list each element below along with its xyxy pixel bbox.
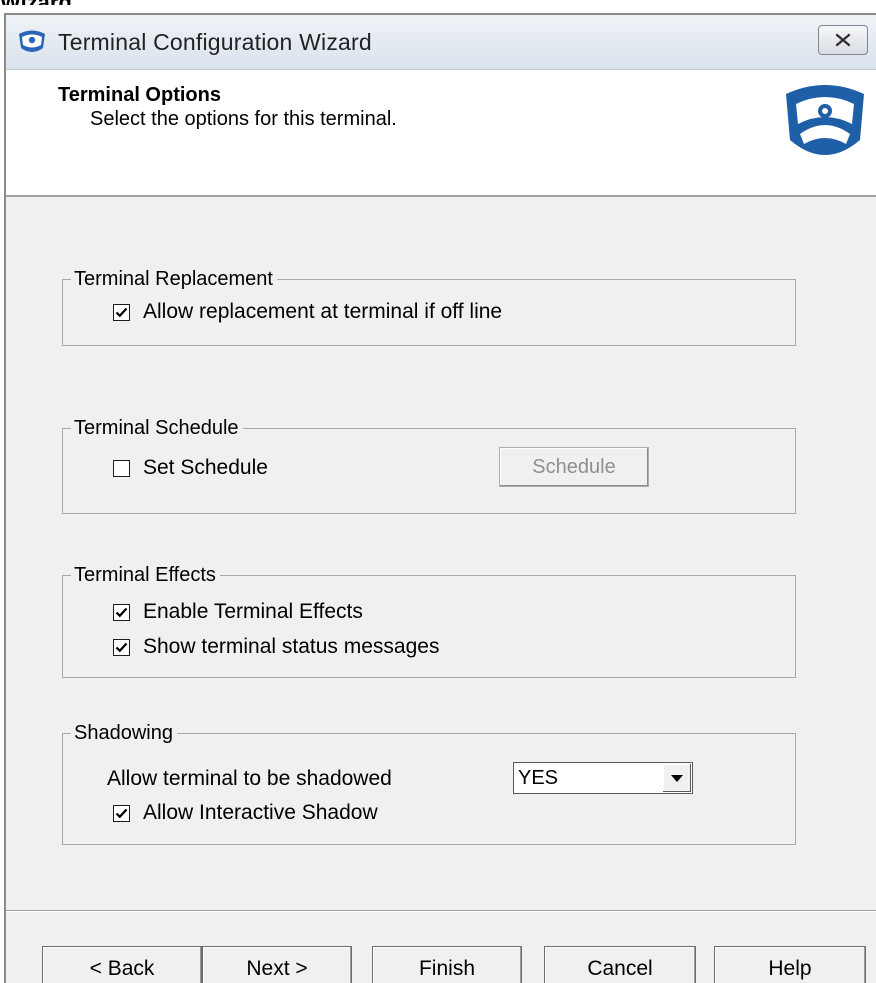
next-button[interactable]: Next >	[202, 946, 352, 983]
checkmark-icon	[115, 607, 128, 618]
enable-effects-checkbox[interactable]	[113, 604, 130, 621]
checkmark-icon	[115, 808, 128, 819]
finish-button[interactable]: Finish	[372, 946, 522, 983]
title-bar[interactable]: Terminal Configuration Wizard	[6, 15, 876, 70]
group-label: Terminal Effects	[71, 562, 220, 588]
group-label: Terminal Replacement	[71, 266, 277, 292]
back-button[interactable]: < Back	[42, 946, 202, 983]
set-schedule-checkbox[interactable]	[113, 460, 130, 477]
shadow-select-value: YES	[518, 767, 559, 789]
page-caption: Wizard	[0, 0, 876, 5]
shadow-select[interactable]: YES	[513, 762, 693, 794]
allow-shadow-label: Allow terminal to be shadowed	[107, 767, 392, 790]
schedule-button[interactable]: Schedule	[499, 447, 649, 487]
enable-effects-label[interactable]: Enable Terminal Effects	[143, 599, 363, 625]
page-title: Terminal Options	[58, 84, 221, 106]
shadowing-group: Shadowing Allow terminal to be shadowed …	[62, 720, 796, 845]
allow-replacement-checkbox[interactable]	[113, 304, 130, 321]
chevron-down-icon	[671, 775, 683, 782]
page-subtitle: Select the options for this terminal.	[90, 108, 397, 130]
set-schedule-label[interactable]: Set Schedule	[143, 455, 268, 481]
shadow-select-dropdown-button[interactable]	[663, 764, 691, 792]
checkmark-icon	[115, 307, 128, 318]
thinmanager-logo-icon	[782, 84, 868, 164]
wizard-window: Terminal Configuration Wizard Terminal O…	[4, 13, 876, 983]
interactive-shadow-label[interactable]: Allow Interactive Shadow	[143, 800, 378, 826]
show-status-checkbox[interactable]	[113, 639, 130, 656]
footer-separator	[6, 910, 876, 912]
close-button[interactable]	[818, 25, 868, 55]
terminal-effects-group: Terminal Effects Enable Terminal Effects…	[62, 562, 796, 678]
help-button[interactable]: Help	[714, 946, 866, 983]
close-icon	[835, 33, 851, 47]
wizard-header: Terminal Options Select the options for …	[6, 70, 876, 197]
show-status-label[interactable]: Show terminal status messages	[143, 634, 439, 660]
terminal-schedule-group: Terminal Schedule Set Schedule Schedule	[62, 415, 796, 514]
allow-replacement-label[interactable]: Allow replacement at terminal if off lin…	[143, 299, 502, 325]
thinmanager-mask-icon	[16, 28, 48, 56]
group-label: Shadowing	[71, 720, 177, 746]
interactive-shadow-checkbox[interactable]	[113, 805, 130, 822]
terminal-replacement-group: Terminal Replacement Allow replacement a…	[62, 266, 796, 346]
group-label: Terminal Schedule	[71, 415, 243, 441]
checkmark-icon	[115, 642, 128, 653]
cancel-button[interactable]: Cancel	[544, 946, 696, 983]
window-title: Terminal Configuration Wizard	[58, 29, 372, 55]
